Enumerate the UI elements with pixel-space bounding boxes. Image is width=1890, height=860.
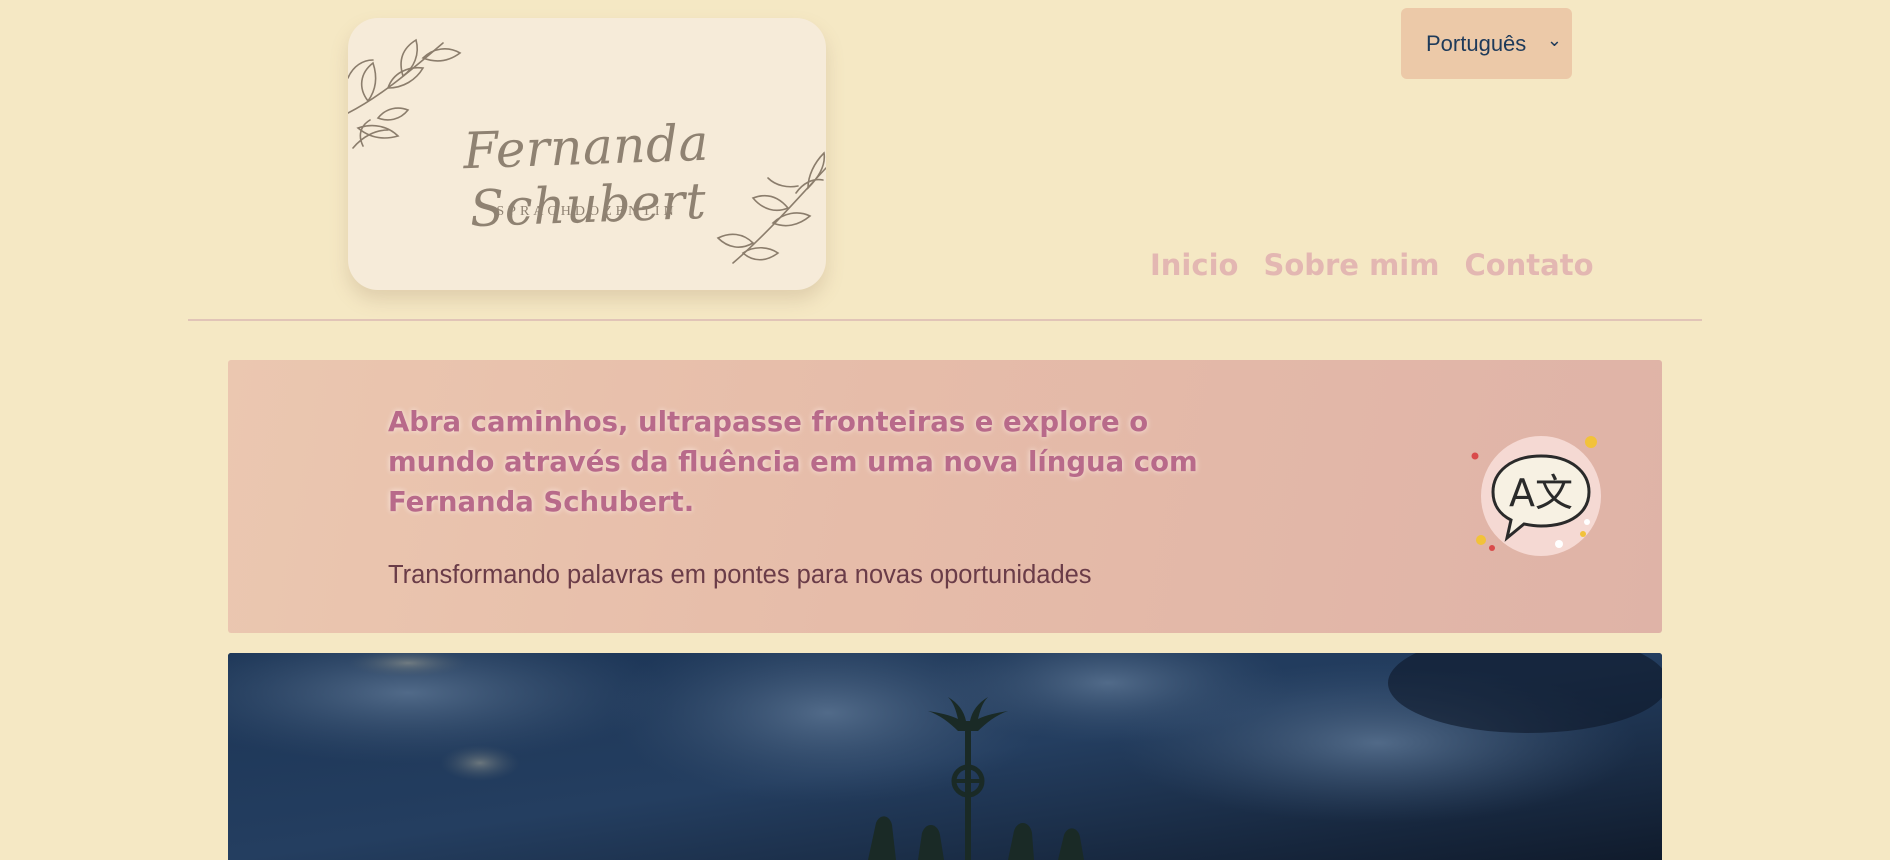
main-nav: Inicio Sobre mim Contato xyxy=(1150,248,1594,282)
hero-title: Abra caminhos, ultrapasse fronteiras e e… xyxy=(388,406,1198,518)
logo-name: Fernanda Schubert xyxy=(462,113,710,239)
translate-icon: A文 xyxy=(1471,436,1601,556)
logo[interactable]: Fernanda Schubert SPRACHDOZENTIN xyxy=(348,18,826,290)
nav-item-contato[interactable]: Contato xyxy=(1464,248,1593,282)
chevron-down-icon: ⌄ xyxy=(1546,30,1562,50)
nav-item-inicio[interactable]: Inicio xyxy=(1150,248,1238,282)
language-select[interactable]: Português ⌄ xyxy=(1401,8,1572,79)
nav-item-sobre-mim[interactable]: Sobre mim xyxy=(1263,248,1439,282)
translate-icon-glyphs: A文 xyxy=(1509,471,1573,515)
hero-photo xyxy=(228,653,1662,860)
logo-subtitle: SPRACHDOZENTIN xyxy=(496,204,678,219)
header-divider xyxy=(188,319,1702,321)
brandenburg-gate-quadriga-photo xyxy=(228,653,1662,860)
language-select-value: Português xyxy=(1426,30,1527,56)
hero-subtitle: Transformando palavras em pontes para no… xyxy=(388,561,1092,589)
hero-banner: Abra caminhos, ultrapasse fronteiras e e… xyxy=(228,360,1662,633)
